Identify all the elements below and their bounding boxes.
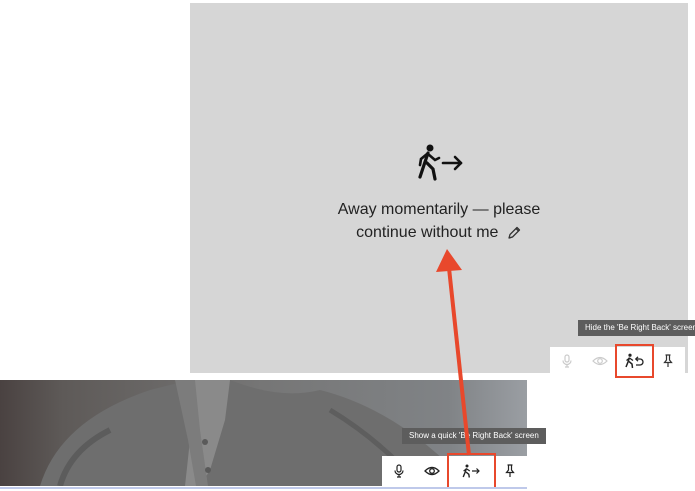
brb-message: Away momentarily — please continue witho…	[190, 198, 688, 244]
hide-video-button[interactable]	[583, 347, 616, 375]
pin-icon	[505, 464, 516, 477]
return-person-icon	[625, 353, 644, 369]
eye-icon	[424, 466, 440, 476]
eye-icon	[592, 356, 608, 366]
walking-person-arrow-icon	[462, 464, 481, 478]
brb-message-line-1: Away momentarily — please	[337, 201, 541, 218]
pin-button[interactable]	[652, 347, 685, 375]
brb-message-line-2: continue without me	[356, 224, 499, 241]
tile-toolbar-bottom	[382, 453, 527, 489]
walking-person-arrow-icon	[418, 144, 463, 181]
tile-toolbar-top	[550, 344, 685, 378]
pencil-icon[interactable]	[506, 225, 522, 241]
mute-button[interactable]	[382, 456, 415, 486]
show-brb-tooltip: Show a quick 'Be Right Back' screen	[402, 428, 546, 444]
hide-brb-button[interactable]	[614, 344, 654, 378]
show-brb-button[interactable]	[446, 453, 496, 489]
pin-icon	[663, 354, 674, 367]
microphone-icon	[394, 464, 404, 478]
pin-button[interactable]	[494, 456, 527, 486]
mute-button[interactable]	[550, 347, 583, 375]
hide-video-button[interactable]	[415, 456, 448, 486]
hide-brb-tooltip: Hide the 'Be Right Back' screen	[578, 320, 695, 336]
brb-message-line-2-wrap: continue without me	[190, 221, 688, 244]
be-right-back-screen: Away momentarily — please continue witho…	[190, 3, 688, 373]
tile-divider	[0, 487, 527, 489]
microphone-icon	[562, 354, 572, 368]
